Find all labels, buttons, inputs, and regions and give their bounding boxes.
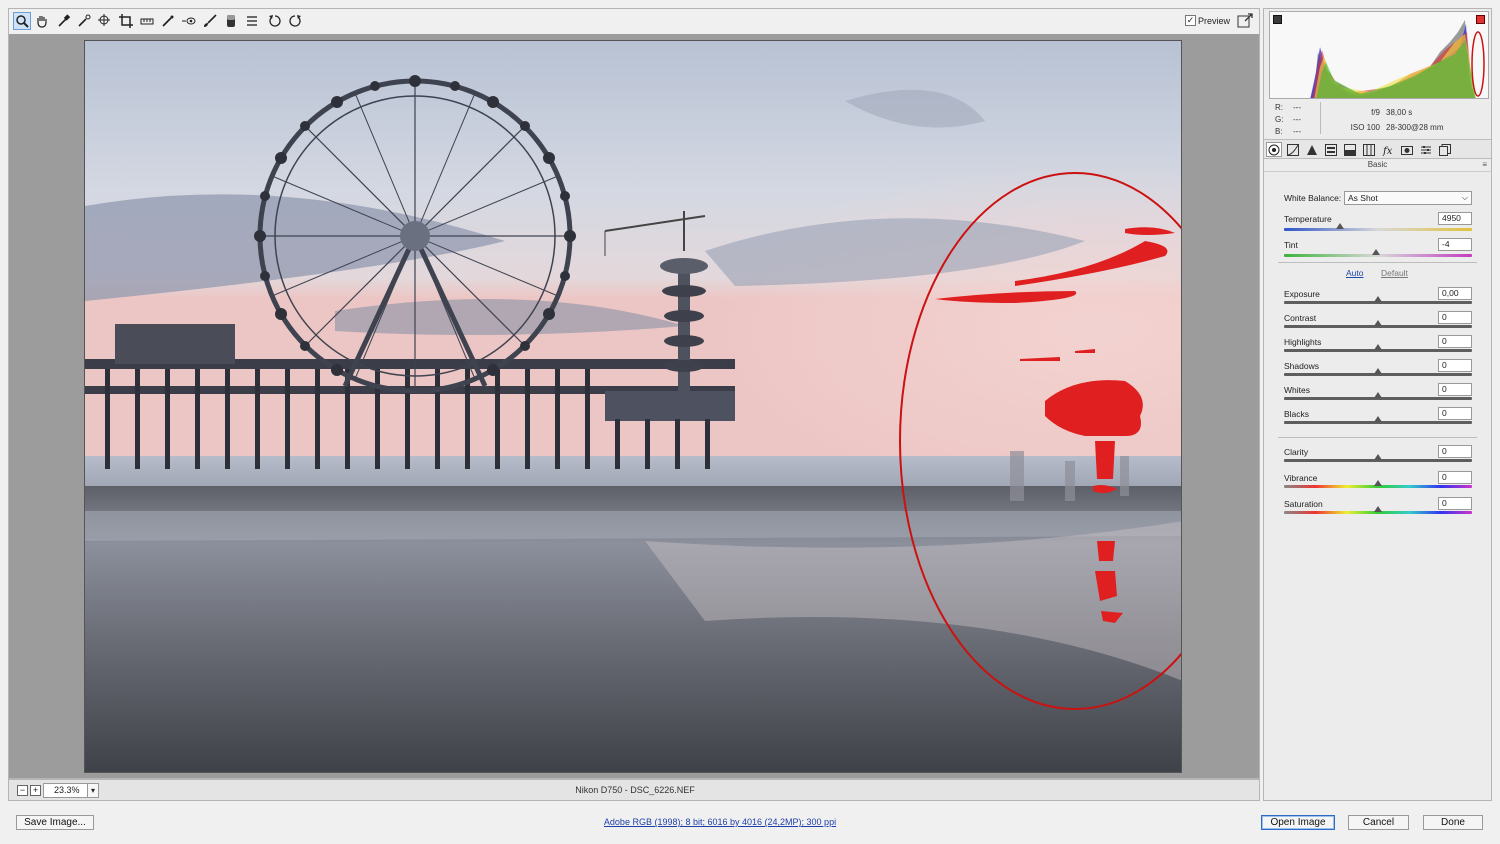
clarity-slider-thumb[interactable]: [1374, 454, 1382, 460]
shutter-value: 38,00 s: [1386, 108, 1413, 117]
tab-snapshots-icon[interactable]: [1437, 142, 1453, 157]
vibrance-slider-thumb[interactable]: [1374, 480, 1382, 486]
vibrance-label: Vibrance: [1284, 473, 1318, 483]
contrast-field[interactable]: 0: [1438, 311, 1472, 324]
preview-toggle[interactable]: ✓ Preview: [1185, 15, 1230, 26]
clarity-label: Clarity: [1284, 447, 1309, 457]
temperature-slider-track[interactable]: [1284, 228, 1472, 231]
tab-split-toning-icon[interactable]: [1342, 142, 1358, 157]
image-filename: Nikon D750 - DSC_6226.NEF: [575, 785, 695, 795]
panel-menu-icon[interactable]: ≡: [1482, 160, 1487, 169]
saturation-label: Saturation: [1284, 499, 1323, 509]
status-bar: − + 23.3% ▾ Nikon D750 - DSC_6226.NEF: [8, 779, 1260, 801]
tint-label: Tint: [1284, 240, 1298, 250]
temperature-slider-thumb[interactable]: [1336, 223, 1345, 229]
targeted-adjustment-tool-icon[interactable]: [96, 12, 114, 30]
hand-tool-icon[interactable]: [33, 12, 51, 30]
tab-presets-icon[interactable]: [1418, 142, 1434, 157]
spot-removal-tool-icon[interactable]: [159, 12, 177, 30]
contrast-slider-thumb[interactable]: [1374, 320, 1382, 326]
chevron-down-icon: ⌵: [1461, 193, 1468, 202]
workflow-options-link[interactable]: Adobe RGB (1998); 8 bit; 6016 by 4016 (2…: [0, 817, 1440, 827]
tab-lens-corrections-icon[interactable]: [1361, 142, 1377, 157]
color-sampler-tool-icon[interactable]: [75, 12, 93, 30]
contrast-label: Contrast: [1284, 313, 1317, 323]
highlight-clipping-warning-icon[interactable]: [1476, 15, 1485, 24]
done-button[interactable]: Done: [1423, 815, 1483, 830]
preview-label: Preview: [1198, 15, 1231, 26]
readout-divider: [1320, 102, 1321, 134]
histogram: [1269, 11, 1489, 99]
rgb-readout: R: --- G: --- B: ---: [1275, 103, 1301, 136]
temperature-field[interactable]: 4950: [1438, 212, 1472, 225]
rotate-right-icon[interactable]: [286, 12, 304, 30]
tab-tone-curve-icon[interactable]: [1285, 142, 1301, 157]
crop-tool-icon[interactable]: [117, 12, 135, 30]
radial-filter-icon[interactable]: [243, 12, 261, 30]
cancel-button[interactable]: Cancel: [1348, 815, 1409, 830]
white-balance-label: White Balance:: [1284, 193, 1342, 203]
adjustment-brush-icon[interactable]: [201, 12, 219, 30]
photo-preview[interactable]: [84, 40, 1182, 773]
white-balance-select[interactable]: As Shot ⌵: [1344, 191, 1472, 205]
vibrance-field[interactable]: 0: [1438, 471, 1472, 484]
aperture-value: f/9: [1371, 108, 1380, 117]
blacks-field[interactable]: 0: [1438, 407, 1472, 420]
tab-effects-icon[interactable]: fx: [1380, 142, 1396, 157]
adjustments-panel: R: --- G: --- B: --- f/9 38,00 s ISO 100 28-3…: [1263, 8, 1492, 801]
highlights-field[interactable]: 0: [1438, 335, 1472, 348]
iso-value: ISO 100: [1350, 123, 1380, 132]
default-tone-link[interactable]: Default: [1381, 268, 1408, 278]
tab-basic-icon[interactable]: [1266, 142, 1282, 157]
shadow-clipping-warning-icon[interactable]: [1273, 15, 1282, 24]
lens-value: 28-300@28 mm: [1386, 123, 1444, 132]
whites-slider-thumb[interactable]: [1374, 392, 1382, 398]
divider: [1278, 262, 1477, 263]
blacks-label: Blacks: [1284, 409, 1310, 419]
tab-detail-icon[interactable]: [1304, 142, 1320, 157]
whites-label: Whites: [1284, 385, 1310, 395]
exposure-label: Exposure: [1284, 289, 1320, 299]
red-eye-removal-tool-icon[interactable]: [180, 12, 198, 30]
toolbar: ✓ Preview: [8, 8, 1260, 34]
exif-info: f/9 38,00 s ISO 100 28-300@28 mm: [1336, 105, 1444, 135]
highlights-slider-thumb[interactable]: [1374, 344, 1382, 350]
rotate-left-icon[interactable]: [266, 12, 284, 30]
blacks-slider-thumb[interactable]: [1374, 416, 1382, 422]
exposure-slider-thumb[interactable]: [1374, 296, 1382, 302]
open-image-button[interactable]: Open Image: [1261, 815, 1335, 830]
white-balance-value: As Shot: [1348, 193, 1378, 203]
straighten-tool-icon[interactable]: [138, 12, 156, 30]
saturation-field[interactable]: 0: [1438, 497, 1472, 510]
exposure-field[interactable]: 0,00: [1438, 287, 1472, 300]
panel-tabs: fx: [1264, 139, 1491, 159]
panel-title: Basic: [1264, 160, 1491, 172]
whites-field[interactable]: 0: [1438, 383, 1472, 396]
shadows-field[interactable]: 0: [1438, 359, 1472, 372]
tint-slider-thumb[interactable]: [1372, 249, 1381, 255]
tab-camera-calibration-icon[interactable]: [1399, 142, 1415, 157]
image-canvas[interactable]: [8, 34, 1260, 779]
saturation-slider-thumb[interactable]: [1374, 506, 1382, 512]
clarity-field[interactable]: 0: [1438, 445, 1472, 458]
graduated-filter-icon[interactable]: [222, 12, 240, 30]
shadows-slider-thumb[interactable]: [1374, 368, 1382, 374]
tint-field[interactable]: -4: [1438, 238, 1472, 251]
divider: [1278, 437, 1477, 438]
tab-hsl-icon[interactable]: [1323, 142, 1339, 157]
auto-tone-link[interactable]: Auto: [1346, 268, 1364, 278]
zoom-tool-icon[interactable]: [13, 12, 31, 30]
highlights-label: Highlights: [1284, 337, 1322, 347]
preview-checkbox[interactable]: ✓: [1185, 15, 1196, 26]
temperature-label: Temperature: [1284, 214, 1332, 224]
white-balance-tool-icon[interactable]: [55, 12, 73, 30]
svg-text:fx: fx: [1382, 146, 1393, 156]
fullscreen-toggle-icon[interactable]: [1237, 13, 1253, 29]
shadows-label: Shadows: [1284, 361, 1319, 371]
